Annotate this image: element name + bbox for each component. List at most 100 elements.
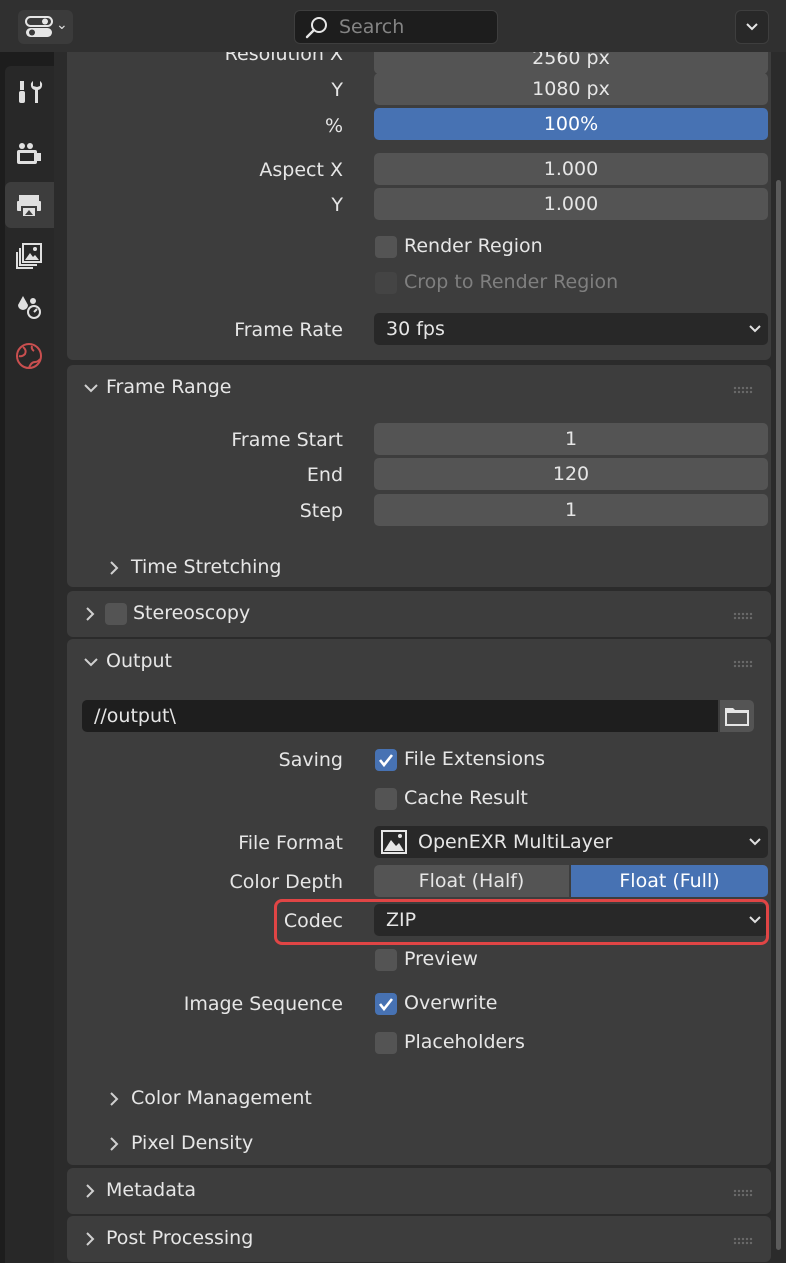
output-path-field[interactable]: //output\	[82, 700, 718, 732]
tab-render[interactable]	[5, 130, 54, 176]
chevron-down-icon	[749, 838, 761, 846]
vertical-scrollbar[interactable]	[776, 180, 781, 1250]
frame-rate-dropdown[interactable]: 30 fps	[374, 313, 768, 345]
tab-tool[interactable]	[5, 68, 54, 114]
stereoscopy-header[interactable]: Stereoscopy	[67, 591, 771, 639]
wrench-screwdriver-icon	[19, 81, 43, 103]
cache-result-checkbox[interactable]	[375, 788, 397, 810]
tab-world[interactable]	[5, 332, 54, 378]
chevron-down-icon	[84, 658, 98, 667]
time-stretching-label: Time Stretching	[131, 556, 282, 578]
properties-editor-icon	[25, 16, 53, 37]
chevron-right-icon	[110, 1092, 119, 1106]
frame-rate-label: Frame Rate	[234, 319, 343, 341]
frame-start-label: Frame Start	[231, 429, 343, 451]
resolution-y-label: Y	[331, 79, 343, 101]
post-processing-panel: Post Processing	[67, 1216, 771, 1262]
color-depth-full-button[interactable]: Float (Full)	[571, 865, 768, 897]
aspect-x-label: Aspect X	[259, 159, 343, 181]
frame-range-title: Frame Range	[106, 376, 232, 398]
pixel-density-label: Pixel Density	[131, 1132, 254, 1154]
file-extensions-checkbox[interactable]	[375, 749, 397, 771]
file-format-label: File Format	[238, 832, 343, 854]
search-box[interactable]	[294, 10, 498, 44]
resolution-percent-slider[interactable]: 100%	[374, 108, 768, 140]
frame-end-label: End	[306, 464, 343, 486]
chevron-right-icon	[86, 1184, 95, 1198]
placeholders-label: Placeholders	[404, 1031, 525, 1053]
browse-folder-button[interactable]	[720, 700, 754, 732]
checkmark-icon	[378, 998, 394, 1012]
post-processing-title: Post Processing	[106, 1227, 254, 1249]
resolution-x-field[interactable]: 2560 px	[374, 52, 768, 74]
image-sequence-label: Image Sequence	[183, 993, 343, 1015]
saving-label: Saving	[278, 749, 343, 771]
output-title: Output	[106, 650, 172, 672]
folder-icon	[725, 708, 749, 726]
color-depth-half-button[interactable]: Float (Half)	[374, 865, 569, 897]
file-extensions-label: File Extensions	[404, 748, 546, 770]
search-input[interactable]	[339, 15, 489, 39]
tab-view-layer[interactable]	[5, 232, 54, 278]
scene-icon	[18, 296, 41, 319]
metadata-title: Metadata	[106, 1179, 196, 1201]
color-depth-label: Color Depth	[229, 871, 343, 893]
chevron-down-icon	[749, 325, 761, 333]
color-management-subpanel[interactable]: Color Management	[107, 1087, 347, 1111]
properties-main: Resolution X 2560 px Y 1080 px % 100% As…	[54, 52, 786, 1263]
render-region-label: Render Region	[404, 235, 543, 257]
stereoscopy-checkbox[interactable]	[105, 603, 127, 625]
drag-handle-icon[interactable]	[733, 612, 753, 620]
stereoscopy-title: Stereoscopy	[133, 602, 251, 624]
frame-range-panel: Frame Range Frame Start 1 End 120 Step 1…	[67, 365, 771, 587]
image-stack-icon	[16, 243, 42, 269]
aspect-x-field[interactable]: 1.000	[374, 153, 768, 185]
render-camera-icon	[17, 143, 41, 164]
overwrite-checkbox[interactable]	[375, 993, 397, 1015]
stereoscopy-panel: Stereoscopy	[67, 591, 771, 637]
image-file-icon	[381, 830, 407, 854]
search-icon	[305, 17, 327, 39]
crop-region-checkbox[interactable]	[375, 272, 397, 294]
frame-range-header[interactable]: Frame Range	[67, 365, 771, 413]
chevron-down-icon	[84, 384, 98, 393]
cache-result-label: Cache Result	[404, 787, 528, 809]
chevron-right-icon	[110, 1137, 119, 1151]
chevron-right-icon	[86, 1232, 95, 1246]
frame-step-field[interactable]: 1	[374, 494, 768, 526]
post-processing-header[interactable]: Post Processing	[67, 1216, 771, 1263]
properties-header: ⌄	[0, 0, 786, 52]
placeholders-checkbox[interactable]	[375, 1032, 397, 1054]
color-management-label: Color Management	[131, 1087, 312, 1109]
world-globe-icon	[16, 343, 42, 369]
properties-tab-strip	[0, 52, 54, 1263]
preview-label: Preview	[404, 948, 478, 970]
chevron-down-icon: ⌄	[56, 17, 68, 33]
drag-handle-icon[interactable]	[733, 660, 753, 668]
file-format-value: OpenEXR MultiLayer	[418, 831, 613, 853]
checkmark-icon	[378, 754, 394, 768]
aspect-y-field[interactable]: 1.000	[374, 188, 768, 220]
drag-handle-icon[interactable]	[733, 1189, 753, 1197]
format-panel: Resolution X 2560 px Y 1080 px % 100% As…	[67, 52, 771, 360]
overwrite-label: Overwrite	[404, 992, 498, 1014]
time-stretching-subpanel[interactable]: Time Stretching	[107, 556, 307, 580]
preview-checkbox[interactable]	[375, 949, 397, 971]
tab-output[interactable]	[5, 182, 54, 228]
pixel-density-subpanel[interactable]: Pixel Density	[107, 1132, 307, 1156]
metadata-header[interactable]: Metadata	[67, 1168, 771, 1216]
frame-start-field[interactable]: 1	[374, 423, 768, 455]
editor-type-button[interactable]: ⌄	[18, 10, 73, 44]
render-region-checkbox[interactable]	[375, 236, 397, 258]
tab-scene[interactable]	[5, 282, 54, 328]
file-format-dropdown[interactable]: OpenEXR MultiLayer	[374, 826, 768, 858]
output-header[interactable]: Output	[67, 639, 771, 687]
options-dropdown-button[interactable]	[735, 10, 769, 44]
resolution-percent-label: %	[324, 115, 343, 137]
frame-end-field[interactable]: 120	[374, 458, 768, 490]
resolution-y-field[interactable]: 1080 px	[374, 73, 768, 105]
drag-handle-icon[interactable]	[733, 1237, 753, 1245]
drag-handle-icon[interactable]	[733, 386, 753, 394]
crop-region-label: Crop to Render Region	[404, 271, 619, 293]
resolution-x-label: Resolution X	[224, 52, 343, 65]
